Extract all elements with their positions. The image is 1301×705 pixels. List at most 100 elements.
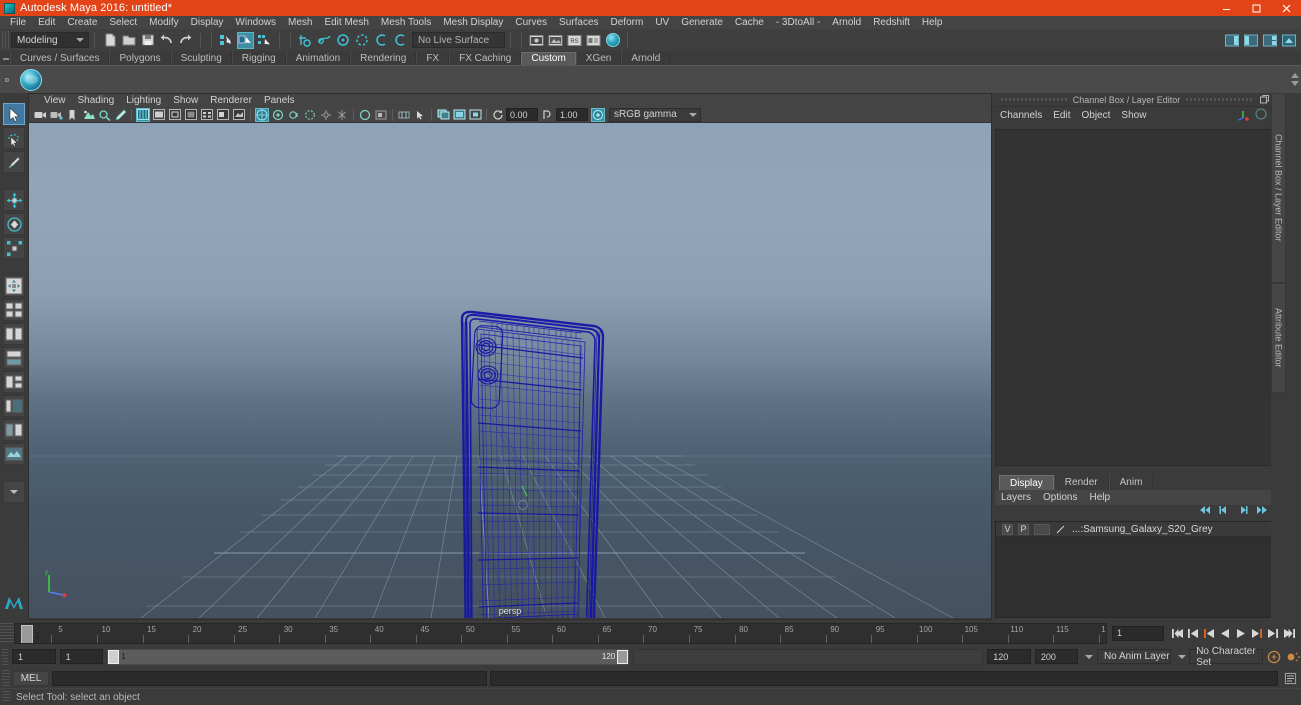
viewport-menu-renderer[interactable]: Renderer (204, 95, 258, 106)
layer-tab-display[interactable]: Display (999, 475, 1054, 490)
move-layer-down-icon[interactable] (1237, 505, 1249, 518)
snap-to-curve-icon[interactable] (316, 32, 333, 49)
shelf-tab-rendering[interactable]: Rendering (350, 52, 417, 65)
time-slider-grip[interactable] (0, 623, 14, 643)
layer-menu-help[interactable]: Help (1089, 492, 1110, 503)
channelbox-menu-object[interactable]: Object (1082, 110, 1118, 121)
move-layer-up-icon[interactable] (1218, 505, 1230, 518)
persp-graph-layout-icon[interactable] (3, 443, 25, 465)
save-scene-icon[interactable] (139, 32, 156, 49)
exposure-reset-icon[interactable] (491, 108, 505, 122)
render-settings-icon[interactable]: RS (566, 32, 583, 49)
display-layer-list[interactable]: V P ...:Samsung_Galaxy_S20_Grey (995, 521, 1284, 618)
multisample-icon[interactable] (255, 107, 269, 122)
rotate-tool-icon[interactable] (3, 213, 25, 235)
xray-icon[interactable] (303, 108, 317, 122)
shelf-tab-sculpting[interactable]: Sculpting (170, 52, 232, 65)
menu-help[interactable]: Help (916, 16, 949, 29)
shelf-tab-xgen[interactable]: XGen (575, 52, 622, 65)
render-view-icon[interactable] (604, 32, 621, 49)
script-editor-icon[interactable] (1283, 670, 1298, 686)
lasso-select-tool-icon[interactable] (3, 127, 25, 149)
command-line-grip[interactable] (2, 670, 10, 686)
anim-layer-selector[interactable]: No Anim Layer (1096, 649, 1171, 664)
menu-edit[interactable]: Edit (32, 16, 61, 29)
show-tool-settings-icon[interactable] (1242, 32, 1259, 49)
current-frame-field[interactable]: 1 (1112, 625, 1164, 641)
hypershade-icon[interactable] (585, 32, 602, 49)
menu-3dtoall[interactable]: - 3DtoAll - (770, 16, 826, 29)
show-channel-box-icon[interactable] (1261, 32, 1278, 49)
viewport-snapshot-icon[interactable] (452, 108, 466, 122)
undo-icon[interactable] (158, 32, 175, 49)
side-tab-channel-box[interactable]: Channel Box / Layer Editor (1271, 93, 1286, 283)
maya-sphere-shelf-icon[interactable] (18, 67, 44, 93)
outliner-persp-layout-icon[interactable] (3, 395, 25, 417)
menu-surfaces[interactable]: Surfaces (553, 16, 604, 29)
show-attribute-editor-icon[interactable] (1223, 32, 1240, 49)
menu-display[interactable]: Display (185, 16, 230, 29)
shaded-wireframe-icon[interactable] (168, 108, 182, 122)
auto-keyframe-icon[interactable] (1267, 649, 1282, 665)
snap-to-projected-center-icon[interactable] (354, 32, 371, 49)
snap-to-point-icon[interactable] (335, 32, 352, 49)
shelf-scroll-arrows[interactable] (1289, 67, 1301, 93)
layer-name[interactable]: ...:Samsung_Galaxy_S20_Grey (1072, 524, 1213, 535)
ipr-region-icon[interactable] (436, 108, 450, 122)
character-set-dropdown-arrow[interactable] (1175, 649, 1186, 665)
menu-mesh-tools[interactable]: Mesh Tools (375, 16, 437, 29)
animation-preferences-icon[interactable] (1286, 649, 1301, 665)
new-scene-icon[interactable] (101, 32, 118, 49)
layer-menu-layers[interactable]: Layers (1001, 492, 1031, 503)
gamma-value-field[interactable]: 1.00 (556, 108, 588, 121)
two-panes-side-by-side-layout-icon[interactable] (3, 323, 25, 345)
menu-mesh-display[interactable]: Mesh Display (437, 16, 509, 29)
shelf-tab-fx-caching[interactable]: FX Caching (449, 52, 522, 65)
live-surface-field[interactable]: No Live Surface (412, 32, 505, 48)
viewport-menu-lighting[interactable]: Lighting (120, 95, 167, 106)
current-time-indicator[interactable]: 1 (21, 624, 39, 643)
menu-file[interactable]: File (4, 16, 32, 29)
hypershade-persp-layout-icon[interactable] (3, 419, 25, 441)
grease-pencil-icon[interactable] (113, 108, 127, 122)
snap-to-grid-icon[interactable] (297, 32, 314, 49)
viewport-region-icon[interactable] (468, 108, 482, 122)
menu-arnold[interactable]: Arnold (826, 16, 867, 29)
menu-curves[interactable]: Curves (509, 16, 553, 29)
ambient-occlusion-icon[interactable] (232, 108, 246, 122)
textured-icon[interactable] (184, 108, 198, 122)
shelf-tab-animation[interactable]: Animation (285, 52, 351, 65)
shade-options-icon[interactable] (374, 108, 388, 122)
time-slider-track[interactable]: 5 10 15 20 25 30 35 40 45 50 55 60 65 70 75 80 85 90 95 100… (14, 622, 1107, 644)
channel-box-content[interactable] (995, 129, 1284, 466)
go-to-end-icon[interactable] (1282, 625, 1296, 641)
more-layouts-icon[interactable] (3, 481, 25, 503)
perspective-viewport[interactable]: y persp (29, 123, 991, 618)
shelf-tab-custom[interactable]: Custom (521, 52, 576, 65)
playback-end-time-field[interactable]: 120 (987, 649, 1031, 664)
menu-set-selector[interactable]: Modeling (11, 32, 89, 48)
range-slider-track[interactable]: 1 120 (107, 648, 630, 665)
step-forward-frame-icon[interactable] (1266, 625, 1280, 641)
isolate-select-icon[interactable] (335, 108, 349, 122)
range-slider-grip[interactable] (2, 648, 8, 665)
xray-joints-icon[interactable] (319, 108, 333, 122)
go-to-start-icon[interactable] (1170, 625, 1184, 641)
anim-layer-dropdown-arrow[interactable] (1082, 649, 1094, 665)
show-modeling-toolkit-icon[interactable] (1280, 32, 1297, 49)
panel-drag-dots[interactable] (1001, 98, 1067, 101)
layer-playback-toggle[interactable]: P (1018, 523, 1029, 535)
side-tab-attribute-editor[interactable]: Attribute Editor (1271, 283, 1286, 393)
toolbar-grip[interactable] (2, 31, 9, 49)
shelf-tab-rigging[interactable]: Rigging (231, 52, 286, 65)
step-back-frame-icon[interactable] (1186, 625, 1200, 641)
snap-to-view-plane-icon[interactable] (373, 32, 390, 49)
shelf-tab-polygons[interactable]: Polygons (109, 52, 171, 65)
viewport-menu-show[interactable]: Show (167, 95, 204, 106)
menu-uv[interactable]: UV (649, 16, 675, 29)
playback-start-time-field[interactable]: 1 (59, 649, 104, 664)
move-layer-up-fast-icon[interactable] (1199, 505, 1211, 518)
menu-generate[interactable]: Generate (675, 16, 729, 29)
menu-redshift[interactable]: Redshift (867, 16, 916, 29)
viewport-menu-shading[interactable]: Shading (72, 95, 121, 106)
